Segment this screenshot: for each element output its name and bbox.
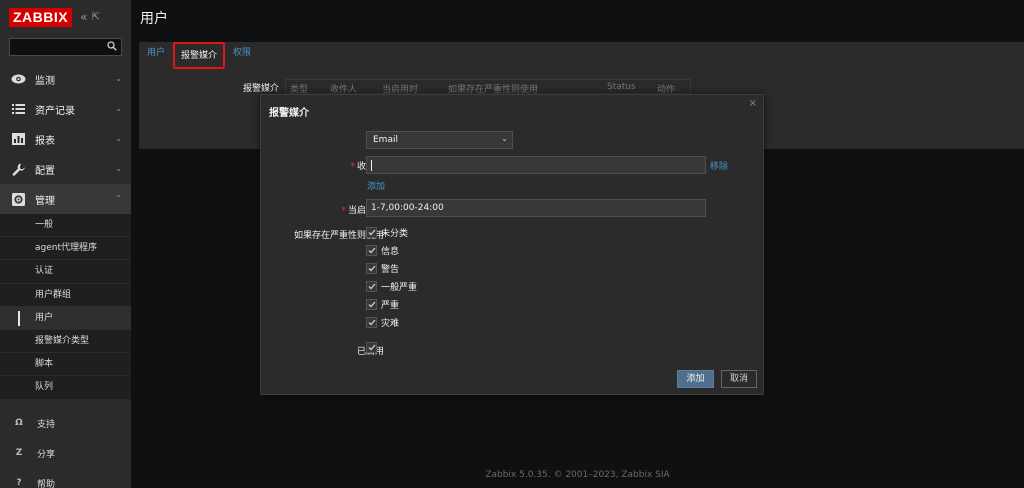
chevron-down-icon: ⌄ bbox=[501, 134, 508, 143]
column-header-status: Status bbox=[607, 82, 636, 92]
chevron-down-icon: ⌄ bbox=[115, 74, 122, 83]
checkbox-label: 一般严重 bbox=[381, 283, 418, 293]
checkbox-label: 信息 bbox=[381, 247, 400, 257]
gear-icon bbox=[10, 192, 26, 206]
enabled-checkbox[interactable] bbox=[366, 342, 377, 353]
severity-disaster[interactable]: 灾难 bbox=[366, 316, 399, 329]
checkbox[interactable] bbox=[366, 245, 377, 256]
menu-label: 资产记录 bbox=[35, 105, 75, 117]
main-menu: 监测 ⌄ 资产记录 ⌄ 报表 ⌄ 配置 ⌄ 管理 ⌃ 一般 agent代理程序 … bbox=[0, 64, 131, 400]
submenu-item-authentication[interactable]: 认证 bbox=[0, 260, 131, 284]
menu-item-help[interactable]: ? 帮助 bbox=[0, 468, 131, 488]
checkbox[interactable] bbox=[366, 227, 377, 238]
help-icon: ? bbox=[16, 478, 22, 488]
enabled-checkbox-row[interactable] bbox=[366, 342, 381, 353]
menu-item-share[interactable]: Z 分享 bbox=[0, 438, 131, 468]
chevron-down-icon: ⌄ bbox=[115, 164, 122, 173]
severity-average[interactable]: 一般严重 bbox=[366, 280, 417, 293]
wrench-icon bbox=[10, 162, 26, 176]
menu-item-configuration[interactable]: 配置 ⌄ bbox=[0, 154, 131, 184]
required-marker: * bbox=[341, 206, 346, 216]
search-input[interactable] bbox=[9, 38, 122, 56]
checkbox-label: 灾难 bbox=[381, 319, 400, 329]
list-icon bbox=[10, 102, 26, 116]
tab-user[interactable]: 用户 bbox=[139, 42, 173, 66]
bottom-menu: Ω 支持 Z 分享 ? 帮助 bbox=[0, 408, 131, 488]
chart-icon bbox=[10, 132, 26, 146]
checkbox-label: 严重 bbox=[381, 301, 400, 311]
menu-item-monitoring[interactable]: 监测 ⌄ bbox=[0, 64, 131, 94]
text-cursor bbox=[371, 160, 372, 171]
menu-label: 支持 bbox=[37, 419, 56, 430]
search-icon[interactable] bbox=[107, 41, 117, 51]
kiosk-mode-icon[interactable]: ⇱ bbox=[91, 12, 99, 23]
checkbox[interactable] bbox=[366, 263, 377, 274]
zabbix-logo[interactable]: ZABBIX bbox=[9, 7, 73, 27]
media-label: 报警媒介 bbox=[243, 84, 280, 94]
submenu-item-users[interactable]: 用户 bbox=[0, 306, 131, 330]
media-table-header: 类型 收件人 当启用时 如果存在严重性则使用 Status 动作 bbox=[285, 79, 691, 95]
menu-item-inventory[interactable]: 资产记录 ⌄ bbox=[0, 94, 131, 124]
menu-label: 帮助 bbox=[37, 479, 56, 488]
sendto-input[interactable] bbox=[366, 156, 706, 174]
menu-item-reports[interactable]: 报表 ⌄ bbox=[0, 124, 131, 154]
close-icon[interactable]: × bbox=[749, 98, 757, 109]
checkbox-label: 未分类 bbox=[381, 229, 409, 239]
menu-label: 分享 bbox=[37, 449, 56, 460]
submenu-item-proxies[interactable]: agent代理程序 bbox=[0, 237, 131, 261]
submenu-item-queue[interactable]: 队列 bbox=[0, 376, 131, 400]
menu-label: 监测 bbox=[35, 75, 55, 87]
menu-item-administration[interactable]: 管理 ⌃ bbox=[0, 184, 131, 214]
severity-not-classified[interactable]: 未分类 bbox=[366, 226, 408, 239]
share-icon: Z bbox=[15, 448, 23, 458]
required-marker: * bbox=[350, 162, 355, 172]
checkbox[interactable] bbox=[366, 281, 377, 292]
chevron-down-icon: ⌄ bbox=[115, 104, 122, 113]
footer: Zabbix 5.0.35. © 2001–2023, Zabbix SIA bbox=[485, 470, 670, 480]
type-select-value: Email bbox=[373, 135, 398, 145]
collapse-sidebar-icon[interactable]: « bbox=[80, 10, 87, 24]
menu-label: 管理 bbox=[35, 195, 55, 207]
media-dialog: 报警媒介 × 类型 Email ⌄ *收件人 移除 添加 *当启用时 1-7,0… bbox=[260, 94, 764, 395]
submenu-item-media-types[interactable]: 报警媒介类型 bbox=[0, 330, 131, 354]
page-title: 用户 bbox=[140, 11, 168, 27]
severity-warning[interactable]: 警告 bbox=[366, 262, 399, 275]
menu-label: 配置 bbox=[35, 165, 55, 177]
severity-information[interactable]: 信息 bbox=[366, 244, 399, 257]
submenu-item-general[interactable]: 一般 bbox=[0, 214, 131, 238]
add-button[interactable]: 添加 bbox=[677, 370, 714, 388]
chevron-up-icon: ⌃ bbox=[115, 194, 122, 203]
menu-label: 报表 bbox=[35, 135, 55, 147]
sidebar: ZABBIX « ⇱ 监测 ⌄ 资产记录 ⌄ 报表 ⌄ 配置 ⌄ 管理 ⌃ 一般… bbox=[0, 0, 131, 488]
add-sendto-link[interactable]: 添加 bbox=[367, 179, 385, 192]
submenu-item-scripts[interactable]: 脚本 bbox=[0, 353, 131, 377]
logo-row: ZABBIX « ⇱ bbox=[0, 0, 131, 34]
checkbox[interactable] bbox=[366, 299, 377, 310]
chevron-down-icon: ⌄ bbox=[115, 134, 122, 143]
administration-submenu: 一般 agent代理程序 认证 用户群组 用户 报警媒介类型 脚本 队列 bbox=[0, 214, 131, 400]
severity-high[interactable]: 严重 bbox=[366, 298, 399, 311]
headset-icon: Ω bbox=[15, 418, 23, 428]
dialog-title: 报警媒介 bbox=[269, 108, 309, 119]
type-select[interactable]: Email ⌄ bbox=[366, 131, 513, 149]
remove-link[interactable]: 移除 bbox=[710, 159, 728, 172]
checkbox-label: 警告 bbox=[381, 265, 400, 275]
submenu-item-user-groups[interactable]: 用户群组 bbox=[0, 284, 131, 307]
eye-icon bbox=[10, 72, 26, 86]
cancel-button[interactable]: 取消 bbox=[721, 370, 757, 388]
tab-permissions[interactable]: 权限 bbox=[225, 42, 259, 66]
menu-item-support[interactable]: Ω 支持 bbox=[0, 408, 131, 438]
tab-media[interactable]: 报警媒介 bbox=[173, 42, 226, 69]
period-input[interactable]: 1-7,00:00-24:00 bbox=[366, 199, 706, 217]
tab-bar: 用户 报警媒介 权限 bbox=[139, 42, 259, 69]
checkbox[interactable] bbox=[366, 317, 377, 328]
